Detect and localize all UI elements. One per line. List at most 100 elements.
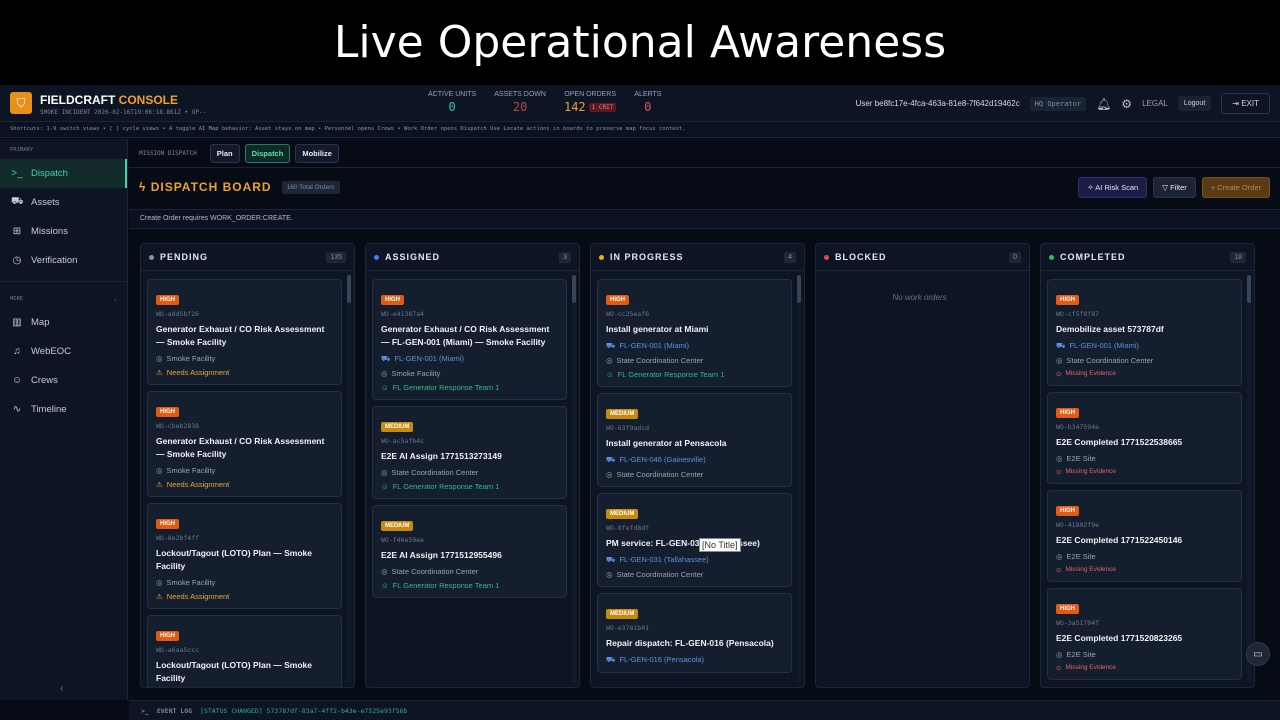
- sidebar-item-webeoc[interactable]: ♫ WebEOC: [0, 337, 127, 366]
- work-order-card[interactable]: MEDIUM WO-e3781b01 Repair dispatch: FL-GEN…: [597, 593, 792, 673]
- team-text: FL Generator Response Team 1: [392, 383, 500, 392]
- team-line: ☺ FL Generator Response Team 1: [606, 370, 783, 379]
- more-section-label[interactable]: MORE ⌄: [0, 288, 127, 308]
- scrollbar[interactable]: [797, 275, 801, 683]
- loc-text: E2E Site: [1066, 552, 1096, 561]
- status-dot-icon: [599, 254, 604, 260]
- legal-link[interactable]: LEGAL: [1142, 99, 1168, 108]
- event-log[interactable]: >_ EVENT LOG [STATUS CHANGED] 573787df-8…: [129, 700, 1280, 720]
- work-order-card[interactable]: MEDIUM WO-f46e59ee E2E AI Assign 177151295…: [372, 505, 567, 598]
- map-pin-icon: ◎: [1056, 552, 1063, 561]
- column-header: BLOCKED 0: [816, 244, 1029, 271]
- bell-icon[interactable]: 🔔︎: [1096, 97, 1111, 111]
- asset-line: ⛟ FL-GEN-031 (Tallahassee): [606, 555, 783, 565]
- work-order-card[interactable]: HIGH WO-8e2bf4ff Lockout/Tagout (LOTO) Pla…: [147, 503, 342, 609]
- column-header: IN PROGRESS 4: [591, 244, 804, 271]
- ai-risk-scan-button[interactable]: ✧ AI Risk Scan: [1078, 176, 1148, 198]
- tab-plan[interactable]: Plan: [209, 143, 240, 163]
- truck-icon: ⛟: [381, 354, 391, 363]
- work-order-id: WO-e41387a4: [381, 310, 425, 318]
- scrollbar-thumb[interactable]: [797, 275, 801, 303]
- sidebar-item-verification[interactable]: ◷ Verification: [0, 246, 127, 275]
- work-order-title: E2E Completed 1771522450146: [1056, 535, 1183, 545]
- truck-icon: ⛟: [606, 341, 616, 350]
- work-order-title: E2E Completed 1771520823265: [1056, 633, 1183, 643]
- activity-icon: ∿: [12, 404, 22, 415]
- map-pin-icon: ◎: [156, 354, 163, 363]
- exit-icon: ⇥: [1232, 99, 1242, 108]
- logout-button[interactable]: Logout: [1177, 96, 1212, 111]
- create-order-button[interactable]: + Create Order: [1201, 176, 1270, 198]
- need-text: Needs Assignment: [166, 368, 230, 377]
- priority-badge: MEDIUM: [381, 521, 414, 531]
- stat-label: ASSETS DOWN: [494, 91, 546, 98]
- team-line: ☺ FL Generator Response Team 1: [381, 482, 558, 491]
- work-order-card[interactable]: HIGH WO-3a51704f E2E Completed 17715208232…: [1047, 588, 1242, 680]
- work-order-card[interactable]: MEDIUM WO-8fefd8df PM service: FL-GEN-031 …: [597, 493, 792, 587]
- stat-label: ALERTS: [634, 91, 662, 98]
- warning-icon: ⚠: [156, 592, 163, 601]
- scrollbar-thumb[interactable]: [1247, 275, 1251, 303]
- sidebar-item-assets[interactable]: ⛟ Assets: [0, 188, 127, 217]
- work-order-id: WO-cc25eaf6: [606, 310, 650, 318]
- work-order-card[interactable]: HIGH WO-e41387a4 Generator Exhaust / CO Ri…: [372, 279, 567, 400]
- tab-dispatch[interactable]: Dispatch: [244, 143, 291, 163]
- work-order-title: Install generator at Miami: [606, 324, 709, 334]
- work-order-card[interactable]: HIGH WO-b347594e E2E Completed 17715225386…: [1047, 392, 1242, 484]
- brand-name: FIELDCRAFT: [40, 92, 116, 107]
- board-title: ϟ DISPATCH BOARD: [139, 180, 272, 194]
- work-order-card[interactable]: MEDIUM WO-ac5afb4c E2E AI Assign 177151327…: [372, 406, 567, 499]
- collapse-sidebar-icon[interactable]: ‹: [60, 683, 63, 694]
- map-pin-icon: ◎: [381, 567, 388, 576]
- loc-line: ◎ E2E Site: [1056, 552, 1233, 561]
- work-order-card[interactable]: HIGH WO-cf5f8f87 Demobilize asset 573787df…: [1047, 279, 1242, 386]
- loc-text: Smoke Facility: [166, 578, 216, 587]
- sidebar-item-timeline[interactable]: ∿ Timeline: [0, 395, 127, 424]
- asset-line: ⛟ FL-GEN-001 (Miami): [606, 341, 783, 351]
- priority-badge: HIGH: [1056, 408, 1079, 418]
- sidebar-item-map[interactable]: ▥ Map: [0, 308, 127, 337]
- work-order-card[interactable]: MEDIUM WO-63f9adcd Install generator at Pe…: [597, 393, 792, 487]
- filter-button[interactable]: ▽ Filter: [1153, 176, 1196, 198]
- work-order-card[interactable]: HIGH WO-add5bf26 Generator Exhaust / CO Ri…: [147, 279, 342, 385]
- exit-button[interactable]: ⇥ EXIT: [1221, 93, 1270, 114]
- tab-mobilize[interactable]: Mobilize: [295, 143, 339, 163]
- team-line: ☺ FL Generator Response Team 1: [381, 581, 558, 590]
- sidebar-item-missions[interactable]: ⊞ Missions: [0, 217, 127, 246]
- work-order-title: Lockout/Tagout (LOTO) Plan — Smoke Facil…: [156, 548, 312, 571]
- asset-text: FL-GEN-001 (Miami): [1069, 341, 1140, 350]
- scrollbar[interactable]: [572, 275, 576, 683]
- work-order-card[interactable]: HIGH WO-a6aa5ccc Lockout/Tagout (LOTO) Pla…: [147, 615, 342, 687]
- scrollbar-thumb[interactable]: [347, 275, 351, 303]
- chevron-down-icon: ⌄: [113, 296, 117, 302]
- work-order-card[interactable]: HIGH WO-cc25eaf6 Install generator at Miam…: [597, 279, 792, 387]
- stat-open-orders: OPEN ORDERS 142 1 CRIT: [564, 91, 617, 114]
- scrollbar-thumb[interactable]: [572, 275, 576, 303]
- loc-line: ◎ State Coordination Center: [606, 470, 783, 479]
- status-dot-icon: [149, 254, 154, 260]
- more-label: MORE: [10, 296, 24, 302]
- grid-icon: ⊞: [12, 226, 22, 237]
- chat-icon[interactable]: ▭: [1246, 642, 1270, 666]
- loc-text: E2E Site: [1066, 650, 1096, 659]
- scrollbar[interactable]: [1247, 275, 1251, 683]
- truck-icon: ⛟: [1056, 341, 1066, 350]
- priority-badge: MEDIUM: [381, 422, 414, 432]
- priority-badge: HIGH: [156, 407, 179, 417]
- sidebar-item-label: Verification: [31, 255, 78, 266]
- sidebar-item-label: WebEOC: [31, 346, 71, 357]
- sidebar-item-crews[interactable]: ☺ Crews: [0, 366, 127, 395]
- work-order-card[interactable]: HIGH WO-41892f9e E2E Completed 17715224501…: [1047, 490, 1242, 582]
- work-order-card[interactable]: HIGH WO-cbeb2838 Generator Exhaust / CO Ri…: [147, 391, 342, 497]
- scrollbar[interactable]: [347, 275, 351, 683]
- stat-value: 142 1 CRIT: [564, 100, 617, 114]
- empty-state: No work orders: [892, 293, 947, 302]
- priority-badge: HIGH: [606, 295, 629, 305]
- exit-label: EXIT: [1241, 99, 1259, 108]
- loc-line: ◎ Smoke Facility: [156, 578, 333, 587]
- work-order-id: WO-8fefd8df: [606, 524, 650, 532]
- need-text: Needs Assignment: [166, 592, 230, 601]
- gear-icon[interactable]: ⚙: [1121, 97, 1132, 111]
- work-order-id: WO-8e2bf4ff: [156, 534, 200, 542]
- sidebar-item-dispatch[interactable]: >_ Dispatch: [0, 159, 127, 188]
